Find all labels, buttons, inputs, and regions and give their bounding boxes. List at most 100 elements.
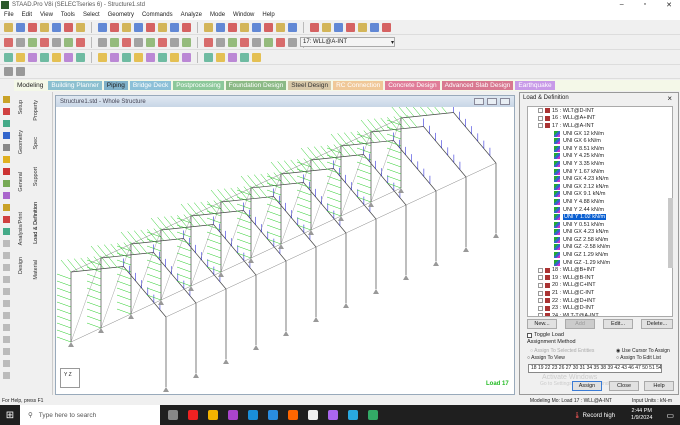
- sidebar-tool-icon[interactable]: [3, 96, 10, 103]
- toolbar-tool-icon[interactable]: [170, 22, 179, 32]
- toolbar-tool-icon[interactable]: [204, 37, 213, 47]
- toolbar-tool-icon[interactable]: [288, 22, 297, 32]
- load-case-item[interactable]: 18 : WLL@B+INT: [528, 266, 672, 274]
- sidebar-tool-icon[interactable]: [3, 228, 10, 235]
- tab-support[interactable]: Support: [33, 167, 39, 186]
- expand-icon[interactable]: [538, 108, 543, 114]
- sidebar-tool-icon[interactable]: [3, 336, 10, 343]
- maximize-button[interactable]: ▫: [644, 1, 646, 9]
- menu-geometry[interactable]: Geometry: [108, 12, 134, 18]
- sidebar-tool-icon[interactable]: [3, 216, 10, 223]
- toolbar-tool-icon[interactable]: [146, 22, 155, 32]
- toolbar-tool-icon[interactable]: [276, 22, 285, 32]
- toolbar-tool-icon[interactable]: [16, 67, 25, 76]
- toolbar-tool-icon[interactable]: [228, 52, 237, 62]
- radio-assign-selected[interactable]: ○ Assign To Selected Entities: [530, 348, 594, 354]
- sidebar-tool-icon[interactable]: [3, 360, 10, 367]
- radio-use-cursor[interactable]: ◉ Use Cursor To Assign: [616, 348, 670, 354]
- new-button[interactable]: New...: [527, 319, 557, 329]
- sidebar-tool-icon[interactable]: [3, 324, 10, 331]
- close-button[interactable]: ✕: [666, 1, 672, 9]
- menu-select[interactable]: Select: [83, 12, 100, 18]
- toolbar-tool-icon[interactable]: [4, 52, 13, 62]
- toolbar-tool-icon[interactable]: [146, 52, 155, 62]
- toolbar-tool-icon[interactable]: [252, 37, 261, 47]
- toolbar-tool-icon[interactable]: [98, 37, 107, 47]
- load-item[interactable]: UNI Y 1.67 kN/m: [528, 168, 672, 176]
- toolbar-tool-icon[interactable]: [4, 22, 13, 32]
- toolbar-tool-icon[interactable]: [370, 22, 379, 32]
- toolbar-tool-icon[interactable]: [288, 37, 297, 47]
- sidebar-tool-icon[interactable]: [3, 264, 10, 271]
- edit-button[interactable]: Edit...: [603, 319, 633, 329]
- expand-icon[interactable]: [538, 313, 543, 316]
- toolbar-tool-icon[interactable]: [252, 52, 261, 62]
- structure-model-drawing[interactable]: [56, 101, 514, 394]
- load-item[interactable]: UNI GX 2.12 kN/m: [528, 183, 672, 191]
- toolbar-tool-icon[interactable]: [76, 22, 85, 32]
- taskbar-app-icon[interactable]: [208, 410, 218, 420]
- toolbar-tool-icon[interactable]: [310, 22, 319, 32]
- load-item[interactable]: UNI Y 8.51 kN/m: [528, 145, 672, 153]
- radio-assign-edit-list[interactable]: ○ Assign To Edit List: [616, 355, 661, 361]
- toolbar-tool-icon[interactable]: [228, 37, 237, 47]
- toolbar-tool-icon[interactable]: [158, 37, 167, 47]
- weather-widget[interactable]: 🌡 Record high: [573, 412, 615, 419]
- sidebar-tool-icon[interactable]: [3, 168, 10, 175]
- taskbar-app-icon[interactable]: [228, 410, 238, 420]
- load-item[interactable]: UNI Y 4.25 kN/m: [528, 153, 672, 161]
- menu-help[interactable]: Help: [262, 12, 274, 18]
- tab-concrete-design[interactable]: Concrete Design: [385, 81, 440, 90]
- toolbar-tool-icon[interactable]: [134, 37, 143, 47]
- toolbar-tool-icon[interactable]: [216, 37, 225, 47]
- menu-mode[interactable]: Mode: [210, 12, 225, 18]
- sidebar-tool-icon[interactable]: [3, 372, 10, 379]
- toolbar-tool-icon[interactable]: [122, 37, 131, 47]
- toggle-load-checkbox[interactable]: Toggle Load: [527, 332, 564, 338]
- sidebar-tool-icon[interactable]: [3, 132, 10, 139]
- load-item[interactable]: UNI Y 3.35 kN/m: [528, 160, 672, 168]
- load-item[interactable]: UNI GZ -2.58 kN/m: [528, 244, 672, 252]
- taskbar-app-icon[interactable]: [288, 410, 298, 420]
- toolbar-tool-icon[interactable]: [98, 52, 107, 62]
- tab-earthquake[interactable]: Earthquake: [515, 81, 555, 90]
- taskbar-app-icon[interactable]: [248, 410, 258, 420]
- toolbar-tool-icon[interactable]: [28, 52, 37, 62]
- load-item[interactable]: UNI GX 6 kN/m: [528, 137, 672, 145]
- menu-window[interactable]: Window: [233, 12, 254, 18]
- radio-assign-view[interactable]: ○ Assign To View: [527, 355, 565, 361]
- sidebar-tool-icon[interactable]: [3, 156, 10, 163]
- add-button[interactable]: Add: [565, 319, 595, 329]
- tab-geometry[interactable]: Geometry: [18, 130, 24, 154]
- toolbar-tool-icon[interactable]: [358, 22, 367, 32]
- load-item[interactable]: UNI GX 4.23 kN/m: [528, 175, 672, 183]
- load-case-item[interactable]: 22 : WLL@D+INT: [528, 297, 672, 305]
- load-case-item[interactable]: 17 : WLL@A-INT: [528, 122, 672, 130]
- windows-start-icon[interactable]: ⊞: [0, 410, 20, 421]
- menu-analyze[interactable]: Analyze: [181, 12, 202, 18]
- taskbar-search[interactable]: ⚲ Type here to search: [20, 405, 160, 425]
- help-button[interactable]: Help: [644, 381, 674, 391]
- tab-piping[interactable]: Piping: [103, 81, 128, 90]
- sidebar-tool-icon[interactable]: [3, 180, 10, 187]
- expand-icon[interactable]: [538, 298, 543, 304]
- tab-building-planner[interactable]: Building Planner: [48, 81, 102, 90]
- tab-steel-design[interactable]: Steel Design: [288, 81, 332, 90]
- tree-scrollbar[interactable]: [668, 198, 673, 268]
- toolbar-tool-icon[interactable]: [182, 52, 191, 62]
- menu-file[interactable]: File: [4, 12, 14, 18]
- toolbar-tool-icon[interactable]: [40, 22, 49, 32]
- tab-setup[interactable]: Setup: [18, 100, 24, 114]
- load-case-item[interactable]: 21 : WLL@C-INT: [528, 289, 672, 297]
- tab-foundation-design[interactable]: Foundation Design: [225, 81, 287, 90]
- sidebar-tool-icon[interactable]: [3, 288, 10, 295]
- tab-load-definition[interactable]: Load & Definition: [33, 202, 39, 244]
- load-item[interactable]: UNI Y 0.51 kN/m: [528, 221, 672, 229]
- toolbar-tool-icon[interactable]: [264, 37, 273, 47]
- toolbar-tool-icon[interactable]: [16, 37, 25, 47]
- load-item[interactable]: UNI GX 4.23 kN/m: [528, 229, 672, 237]
- sidebar-tool-icon[interactable]: [3, 312, 10, 319]
- tab-postprocessing[interactable]: Postprocessing: [173, 81, 224, 90]
- toolbar-tool-icon[interactable]: [16, 22, 25, 32]
- tab-design[interactable]: Design: [18, 257, 24, 274]
